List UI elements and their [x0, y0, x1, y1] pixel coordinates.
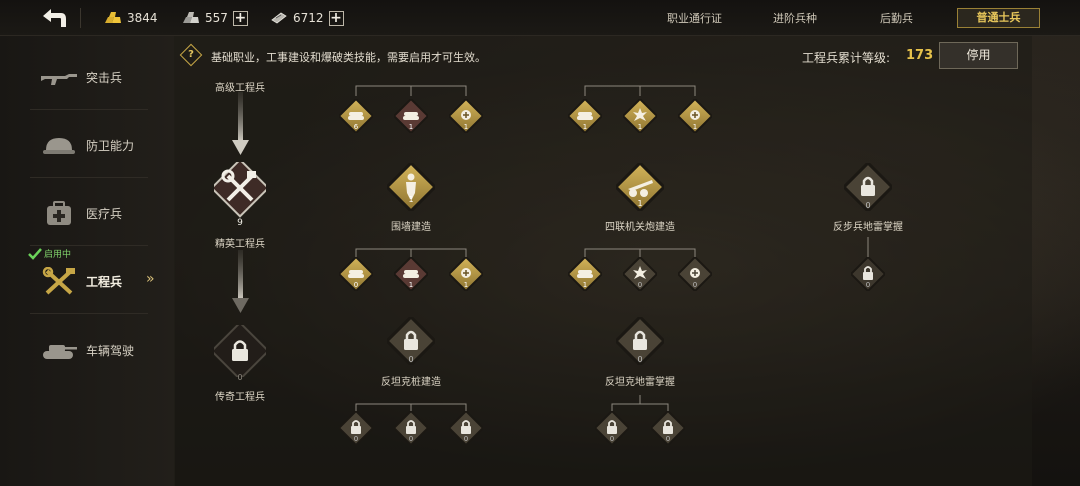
sandbag-icon	[577, 112, 593, 120]
sub-skill-node[interactable]: 6	[337, 97, 375, 135]
skill-label: 围墙建造	[391, 222, 431, 233]
skill-level: 0	[408, 355, 414, 364]
sub-skill-level: 1	[692, 123, 698, 131]
rank-node-legend[interactable]	[210, 321, 270, 381]
sub-skill-node[interactable]: 1	[447, 97, 485, 135]
sandbag-icon	[348, 112, 364, 120]
skill-node-anti-personnel-mine[interactable]: 0	[841, 160, 895, 214]
sub-skill-level: 1	[408, 281, 414, 289]
sub-skill-level: 0	[637, 281, 643, 289]
sub-skill-level: 0	[609, 435, 615, 443]
repair-plus-icon	[690, 268, 700, 278]
rank-label-legend: 传奇工程兵	[215, 392, 265, 403]
sub-skill-level: 0	[692, 281, 698, 289]
sub-skill-node[interactable]: 0	[676, 255, 714, 293]
skill-level: 1	[637, 199, 643, 208]
skill-level: 0	[637, 355, 643, 364]
sub-skill-level: 0	[865, 281, 871, 289]
skill-node-anti-tank-mine[interactable]: 0	[613, 314, 667, 368]
sub-skill-level: 0	[408, 435, 414, 443]
sub-skill-level: 1	[582, 281, 588, 289]
sub-skill-level: 1	[408, 123, 414, 131]
sandbag-icon	[577, 270, 593, 278]
rank-connector	[232, 250, 249, 313]
sub-skill-level: 0	[353, 281, 359, 289]
skill-node-anti-tank-hedgehog[interactable]: 0	[384, 314, 438, 368]
sandbag-icon	[403, 112, 419, 120]
skill-node-wall-build[interactable]: 1	[384, 160, 438, 214]
rank-level: 0	[237, 373, 243, 382]
repair-plus-icon	[461, 110, 471, 120]
sub-skill-node[interactable]: 1	[621, 97, 659, 135]
rank-label-elite: 精英工程兵	[215, 239, 265, 250]
sub-skill-node[interactable]: 0	[337, 409, 375, 447]
sub-skill-node[interactable]: 0	[649, 409, 687, 447]
sub-skill-node[interactable]: 0	[849, 255, 887, 293]
sub-skill-node[interactable]: 0	[447, 409, 485, 447]
skill-node-quad-cannon[interactable]: 1	[613, 160, 667, 214]
sandbag-icon	[348, 270, 364, 278]
skill-label: 四联机关炮建造	[605, 222, 675, 233]
skill-tree	[232, 85, 869, 412]
sandbag-icon	[403, 270, 419, 278]
sub-skill-node[interactable]: 0	[392, 409, 430, 447]
skill-level: 1	[408, 195, 414, 204]
sub-skill-node[interactable]: 0	[621, 255, 659, 293]
sub-skill-node[interactable]: 1	[676, 97, 714, 135]
skill-level: 0	[865, 201, 871, 210]
sub-skill-level: 1	[582, 123, 588, 131]
rank-level: 9	[237, 218, 243, 228]
repair-plus-icon	[461, 268, 471, 278]
sub-skill-node[interactable]: 0	[593, 409, 631, 447]
sub-skill-level: 1	[463, 281, 469, 289]
rank-node-elite[interactable]: 9	[210, 158, 270, 228]
skill-label: 反坦克桩建造	[381, 377, 441, 388]
sub-skill-node[interactable]: 1	[566, 255, 604, 293]
rank-label-senior: 高级工程兵	[215, 83, 265, 94]
sub-skill-node[interactable]: 1	[392, 255, 430, 293]
skill-label: 反步兵地雷掌握	[833, 222, 903, 233]
repair-plus-icon	[690, 110, 700, 120]
sub-skill-level: 0	[463, 435, 469, 443]
skill-label: 反坦克地雷掌握	[605, 377, 675, 388]
sub-skill-node[interactable]: 1	[392, 97, 430, 135]
sub-skill-level: 1	[463, 123, 469, 131]
sub-skill-level: 6	[353, 123, 359, 131]
sub-skill-level: 0	[353, 435, 359, 443]
sub-skill-node[interactable]: 0	[337, 255, 375, 293]
sub-skill-node[interactable]: 1	[566, 97, 604, 135]
rank-connector	[232, 92, 249, 155]
sub-skill-level: 0	[665, 435, 671, 443]
sub-skill-level: 1	[637, 123, 643, 131]
sub-skill-node[interactable]: 1	[447, 255, 485, 293]
